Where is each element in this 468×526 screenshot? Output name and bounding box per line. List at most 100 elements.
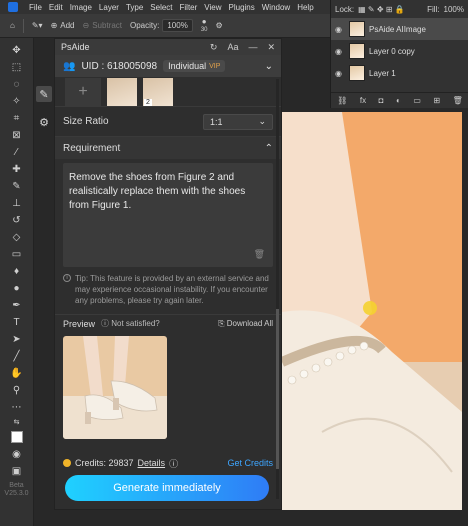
type-tool-icon[interactable]: T (8, 316, 26, 328)
hand-tool-icon[interactable]: ✋ (8, 367, 26, 379)
plugin-version: Beta V25.3.0 (4, 482, 28, 498)
not-satisfied-link[interactable]: ⓘ Not satisfied? (101, 318, 160, 329)
dodge-tool-icon[interactable]: ● (8, 282, 26, 294)
menu-edit[interactable]: Edit (49, 3, 63, 12)
menu-view[interactable]: View (204, 3, 221, 12)
menu-type[interactable]: Type (126, 3, 143, 12)
size-ratio-select[interactable]: 1:1 ⌄ (203, 113, 273, 130)
group-folder-icon[interactable]: ▭ (413, 96, 421, 105)
add-figure-button[interactable]: + (65, 77, 101, 106)
edit-pencil-icon[interactable]: ✎ (36, 86, 52, 102)
brush-tool-icon[interactable]: ✎▾ (32, 21, 43, 30)
delete-layer-icon[interactable]: 🗑 (453, 96, 463, 105)
history-brush-tool-icon[interactable]: ↺ (8, 214, 26, 226)
panel-scroll-area: + 2 Size Ratio 1:1 ⌄ Requirement ⌃ Remov… (55, 77, 281, 455)
more-tools-icon[interactable]: ⋯ (8, 401, 26, 413)
size-ratio-row: Size Ratio 1:1 ⌄ (55, 107, 281, 137)
frame-tool-icon[interactable]: ⊠ (8, 129, 26, 141)
credits-row: Credits: 29837 Details ⓘ Get Credits (55, 455, 281, 471)
not-satisfied-label: Not satisfied? (111, 319, 160, 328)
panel-scrollbar[interactable] (276, 79, 279, 499)
layer-row[interactable]: ◉ PsAide AIImage (331, 18, 468, 40)
brush-tool-icon[interactable]: ✎ (8, 180, 26, 192)
eye-icon[interactable]: ◉ (335, 69, 345, 78)
fill-label: Fill: (427, 4, 440, 14)
magic-wand-tool-icon[interactable]: ✧ (8, 95, 26, 107)
preview-header: Preview ⓘ Not satisfied? ⎘ Download All (55, 314, 281, 332)
menu-help[interactable]: Help (297, 3, 313, 12)
new-layer-icon[interactable]: ⊞ (433, 96, 440, 105)
crop-tool-icon[interactable]: ⌗ (8, 112, 26, 124)
requirement-header[interactable]: Requirement ⌃ (55, 137, 281, 159)
details-link[interactable]: Details (138, 458, 166, 468)
line-tool-icon[interactable]: ╱ (8, 350, 26, 362)
fill-value[interactable]: 100% (444, 5, 464, 14)
settings-gear-icon[interactable]: ⚙ (216, 21, 223, 30)
version-label: V25.3.0 (4, 490, 29, 497)
document-canvas[interactable] (282, 112, 462, 510)
font-size-icon[interactable]: Aa (227, 42, 238, 53)
lock-icons[interactable]: ▦ ✎ ✥ ⊞ 🔒 (358, 5, 405, 14)
size-ratio-value: 1:1 (210, 116, 223, 127)
figure-1-thumbnail[interactable] (107, 77, 137, 106)
brush-size-control[interactable]: ● 30 (201, 17, 208, 34)
eye-icon[interactable]: ◉ (335, 25, 345, 34)
marquee-tool-icon[interactable]: ⬚ (8, 61, 26, 73)
requirement-text: Remove the shoes from Figure 2 and reali… (69, 172, 246, 211)
subtract-button[interactable]: ⊖ Subtract (83, 21, 123, 30)
link-layers-icon[interactable]: ⛓ (337, 96, 347, 105)
collapse-icon[interactable]: — (248, 42, 257, 53)
menu-image[interactable]: Image (70, 3, 92, 12)
menu-layer[interactable]: Layer (99, 3, 119, 12)
settings-icon[interactable]: ⚙ (36, 114, 52, 130)
healing-brush-tool-icon[interactable]: ✚ (8, 163, 26, 175)
blur-tool-icon[interactable]: ♦ (8, 265, 26, 277)
layer-row[interactable]: ◉ Layer 1 (331, 62, 468, 84)
scrollbar-thumb[interactable] (276, 309, 279, 469)
requirement-textarea[interactable]: Remove the shoes from Figure 2 and reali… (63, 163, 273, 267)
download-all-button[interactable]: ⎘ Download All (218, 319, 273, 329)
chevron-down-icon[interactable]: ⌄ (265, 61, 273, 72)
layer-row[interactable]: ◉ Layer 0 copy (331, 40, 468, 62)
refresh-icon[interactable]: ↻ (210, 42, 218, 53)
account-row[interactable]: 👥 UID : 618005098 Individual VIP ⌄ (55, 55, 281, 77)
lasso-tool-icon[interactable]: ◌ (8, 78, 26, 90)
menu-filter[interactable]: Filter (180, 3, 198, 12)
fx-icon[interactable]: fx (360, 96, 366, 105)
path-selection-tool-icon[interactable]: ➤ (8, 333, 26, 345)
eyedropper-tool-icon[interactable]: ⁄ (8, 146, 26, 158)
menu-select[interactable]: Select (150, 3, 172, 12)
adjustment-icon[interactable]: ◐ (396, 96, 401, 105)
menu-window[interactable]: Window (262, 3, 290, 12)
screen-mode-icon[interactable]: ▣ (8, 465, 26, 477)
generate-button[interactable]: Generate immediately (65, 475, 269, 501)
preview-image[interactable] (63, 336, 167, 439)
close-icon[interactable]: ✕ (267, 42, 275, 53)
move-tool-icon[interactable]: ✥ (8, 44, 26, 56)
pen-tool-icon[interactable]: ✒ (8, 299, 26, 311)
get-credits-link[interactable]: Get Credits (227, 458, 273, 468)
coin-icon (63, 459, 71, 467)
add-button[interactable]: ⊕ Add (51, 21, 75, 30)
trash-icon[interactable]: 🗑 (254, 247, 265, 261)
subtract-label: Subtract (92, 21, 122, 30)
eraser-tool-icon[interactable]: ◇ (8, 231, 26, 243)
stamp-tool-icon[interactable]: ⊥ (8, 197, 26, 209)
zoom-tool-icon[interactable]: ⚲ (8, 384, 26, 396)
swap-colors-icon[interactable]: ⇆ (8, 418, 26, 426)
home-icon[interactable]: ⌂ (10, 21, 15, 30)
lock-label: Lock: (335, 4, 355, 14)
foreground-color-swatch[interactable] (10, 431, 23, 443)
layers-lock-row: Lock: ▦ ✎ ✥ ⊞ 🔒 Fill: 100% (331, 0, 468, 18)
mask-icon[interactable]: ◘ (379, 96, 384, 105)
opacity-control: Opacity: 100% (130, 19, 193, 32)
info-icon[interactable]: ⓘ (169, 457, 178, 470)
menu-file[interactable]: File (29, 3, 42, 12)
opacity-input[interactable]: 100% (162, 19, 193, 32)
figure-2-thumbnail[interactable]: 2 (143, 77, 173, 106)
quick-mask-icon[interactable]: ◉ (8, 448, 26, 460)
eye-icon[interactable]: ◉ (335, 47, 345, 56)
gradient-tool-icon[interactable]: ▭ (8, 248, 26, 260)
menu-plugins[interactable]: Plugins (229, 3, 255, 12)
divider (22, 18, 24, 33)
